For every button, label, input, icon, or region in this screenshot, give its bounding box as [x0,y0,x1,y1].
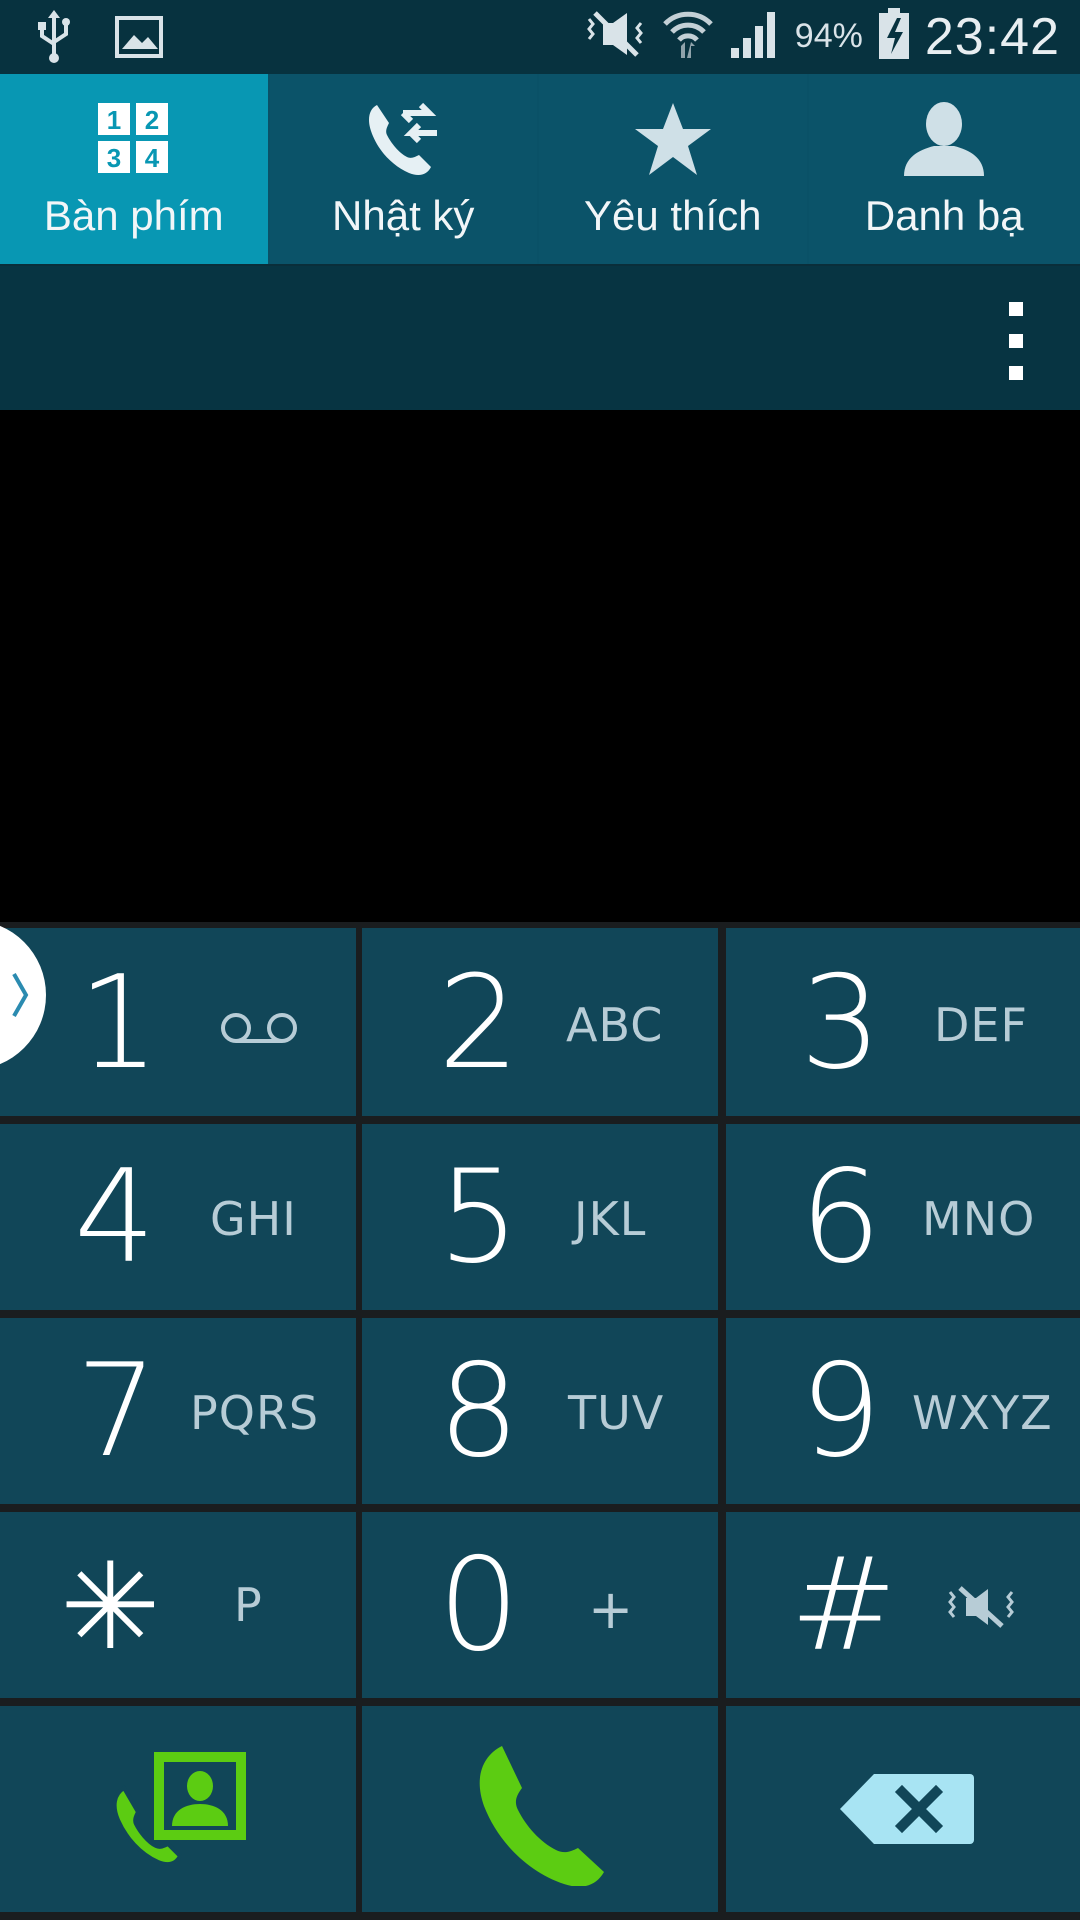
usb-icon [34,10,74,69]
voicemail-icon [220,1010,300,1051]
tab-contacts[interactable]: Danh bạ [808,74,1080,264]
key-digit: 3 [800,949,882,1098]
key-letters: P [234,1578,263,1632]
more-options-button[interactable] [1002,302,1030,380]
svg-text:1: 1 [107,105,121,135]
vibrate-mute-icon [944,1582,1018,1637]
key-letters: JKL [574,1192,647,1246]
wifi-icon [661,6,715,67]
action-bar [0,264,1080,412]
key-letters: + [588,1578,635,1641]
add-contact-icon [110,1746,250,1871]
backspace-icon [838,1772,974,1851]
key-digit: 5 [438,1143,520,1292]
key-digit: 1 [78,949,160,1098]
backspace-button[interactable] [726,1706,1080,1912]
call-icon [472,1740,612,1891]
tab-label: Yêu thích [584,192,762,239]
key-1[interactable]: 1 [0,928,356,1116]
svg-text:3: 3 [107,143,121,173]
battery-percent: 94% [794,17,863,55]
key-hash[interactable]: # [726,1512,1080,1698]
key-letters: DEF [934,998,1028,1052]
star-icon [633,100,713,178]
key-digit: 4 [74,1143,156,1292]
key-letters: MNO [922,1192,1036,1246]
signal-icon [729,8,781,65]
tab-label: Nhật ký [332,192,475,239]
call-button[interactable] [362,1706,718,1912]
battery-charging-icon [877,8,911,65]
contact-icon [902,100,986,178]
key-star[interactable]: ✳ P [0,1512,356,1698]
key-digit: 9 [800,1337,882,1486]
svg-text:4: 4 [145,143,160,173]
tab-bar: 1 2 3 4 Bàn phím Nhật ký Yêu thích Danh … [0,74,1080,264]
tab-keypad[interactable]: 1 2 3 4 Bàn phím [0,74,268,264]
key-letters: PQRS [190,1386,320,1440]
key-digit: 0 [438,1531,520,1680]
key-digit: # [790,1531,898,1680]
mute-icon [583,9,647,64]
key-digit: 2 [438,949,520,1098]
add-contact-button[interactable] [0,1706,356,1912]
key-letters: TUV [568,1386,665,1440]
key-8[interactable]: 8 TUV [362,1318,718,1504]
tab-favorites[interactable]: Yêu thích [539,74,807,264]
key-7[interactable]: 7 PQRS [0,1318,356,1504]
tab-label: Bàn phím [43,192,224,239]
status-bar: 94% 23:42 [0,0,1080,74]
call-log-icon [363,100,443,178]
key-letters: ABC [566,998,664,1052]
key-digit: 6 [800,1143,882,1292]
keypad-icon: 1 2 3 4 [96,100,172,178]
dialpad: 1 2 ABC 3 DEF 4 GHI 5 JKL 6 MNO 7 PQRS 8… [0,922,1080,1920]
key-digit: 8 [438,1337,520,1486]
chevron-right-icon [12,973,29,1017]
svg-text:2: 2 [145,105,159,135]
key-6[interactable]: 6 MNO [726,1124,1080,1310]
key-5[interactable]: 5 JKL [362,1124,718,1310]
clock: 23:42 [924,7,1060,66]
key-9[interactable]: 9 WXYZ [726,1318,1080,1504]
gallery-icon [114,15,164,64]
key-0[interactable]: 0 + [362,1512,718,1698]
tab-call-log[interactable]: Nhật ký [269,74,537,264]
key-digit: ✳ [60,1538,161,1677]
key-3[interactable]: 3 DEF [726,928,1080,1116]
key-digit: 7 [76,1337,158,1486]
number-display [0,410,1080,922]
key-4[interactable]: 4 GHI [0,1124,356,1310]
tab-label: Danh bạ [864,192,1024,239]
key-letters: GHI [210,1192,297,1246]
key-2[interactable]: 2 ABC [362,928,718,1116]
key-letters: WXYZ [912,1386,1053,1440]
